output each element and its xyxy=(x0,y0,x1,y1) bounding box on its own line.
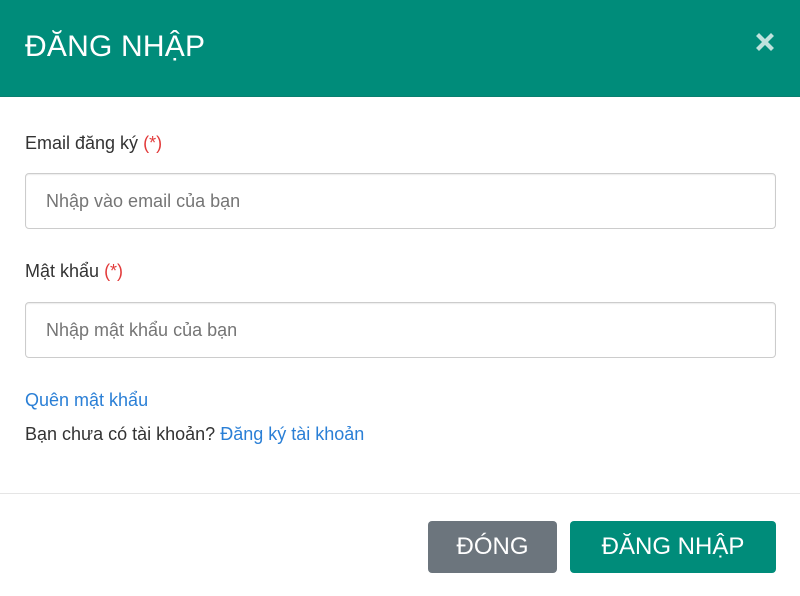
no-account-text: Bạn chưa có tài khoản? xyxy=(25,424,216,444)
email-input[interactable] xyxy=(25,173,776,229)
forgot-password-link[interactable]: Quên mật khẩu xyxy=(25,390,148,410)
register-row: Bạn chưa có tài khoản? Đăng ký tài khoản xyxy=(25,422,364,446)
register-link[interactable]: Đăng ký tài khoản xyxy=(220,424,364,444)
password-required-mark: (*) xyxy=(104,261,124,281)
modal-header: ĐĂNG NHẬP xyxy=(0,0,800,97)
email-required-mark: (*) xyxy=(143,133,163,153)
password-label-text: Mật khẩu xyxy=(25,261,100,281)
close-icon[interactable] xyxy=(752,28,778,56)
password-input[interactable] xyxy=(25,302,776,358)
modal-body: Email đăng ký (*) Mật khẩu (*) Quên mật … xyxy=(0,97,800,494)
close-button[interactable]: ĐÓNG xyxy=(428,521,557,573)
modal-footer: ĐÓNG ĐĂNG NHẬP xyxy=(0,493,800,596)
password-label: Mật khẩu (*) xyxy=(25,259,123,283)
email-label-text: Email đăng ký xyxy=(25,133,139,153)
login-modal: ĐĂNG NHẬP Email đăng ký (*) Mật khẩu (*)… xyxy=(0,0,800,596)
email-label: Email đăng ký (*) xyxy=(25,131,162,155)
forgot-password-row: Quên mật khẩu xyxy=(25,388,148,412)
login-button[interactable]: ĐĂNG NHẬP xyxy=(570,521,776,573)
close-icon-glyph xyxy=(756,33,774,51)
modal-title: ĐĂNG NHẬP xyxy=(25,30,206,63)
